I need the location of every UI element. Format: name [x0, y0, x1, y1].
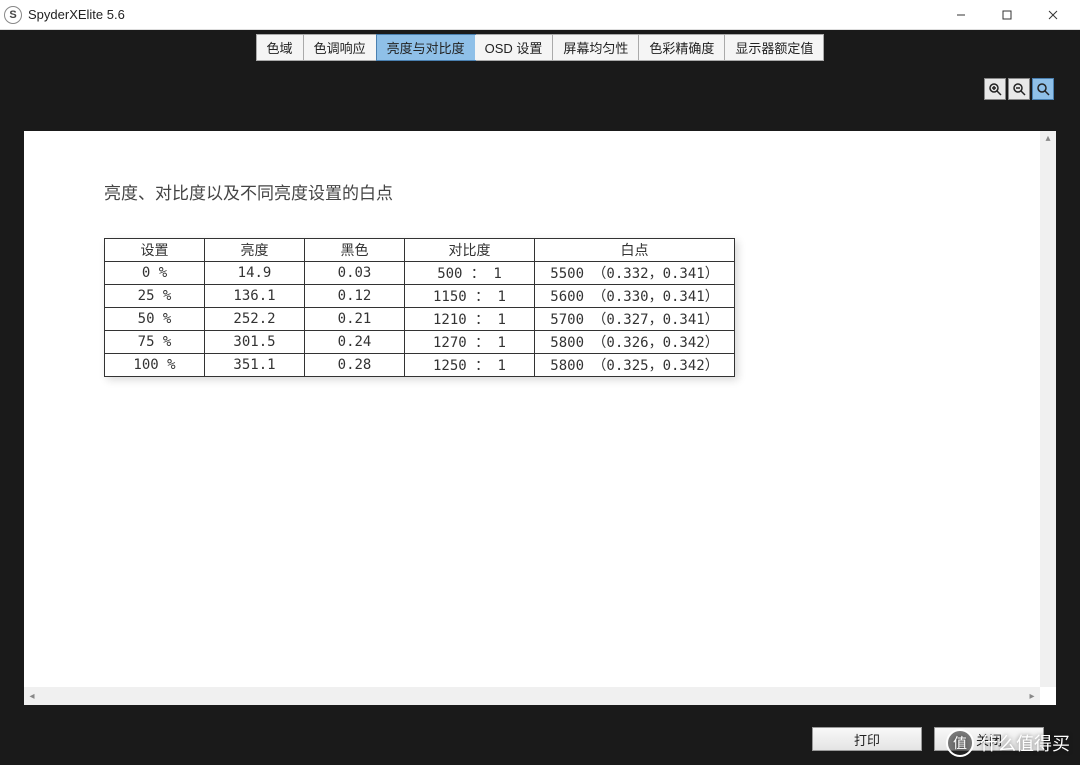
window-title: SpyderXElite 5.6 — [28, 7, 125, 22]
titlebar: S SpyderXElite 5.6 — [0, 0, 1080, 30]
app-icon: S — [4, 6, 22, 24]
table-row: 100 % 351.1 0.28 1250 ： 1 5800 （0.325，0.… — [105, 354, 735, 377]
scroll-up-icon[interactable]: ▴ — [1040, 131, 1056, 145]
zoom-in-icon[interactable] — [984, 78, 1006, 100]
minimize-button[interactable] — [938, 0, 984, 30]
cell-black: 0.24 — [305, 331, 405, 354]
col-black: 黑色 — [305, 239, 405, 262]
col-setting: 设置 — [105, 239, 205, 262]
tab-osd[interactable]: OSD 设置 — [475, 35, 554, 60]
window-controls — [938, 0, 1076, 30]
cell-brightness: 136.1 — [205, 285, 305, 308]
tab-accuracy[interactable]: 色彩精确度 — [639, 35, 725, 60]
table-row: 0 % 14.9 0.03 500 ： 1 5500 （0.332，0.341） — [105, 262, 735, 285]
col-brightness: 亮度 — [205, 239, 305, 262]
table-header-row: 设置 亮度 黑色 对比度 白点 — [105, 239, 735, 262]
tab-tone[interactable]: 色调响应 — [304, 35, 377, 60]
tab-uniformity[interactable]: 屏幕均匀性 — [553, 35, 639, 60]
print-button[interactable]: 打印 — [812, 727, 922, 751]
table-row: 50 % 252.2 0.21 1210 ： 1 5700 （0.327，0.3… — [105, 308, 735, 331]
cell-black: 0.21 — [305, 308, 405, 331]
page-title: 亮度、对比度以及不同亮度设置的白点 — [104, 179, 1056, 204]
tab-gamut[interactable]: 色域 — [257, 35, 304, 60]
cell-whitepoint: 5800 （0.325，0.342） — [535, 354, 735, 377]
cell-brightness: 14.9 — [205, 262, 305, 285]
col-contrast: 对比度 — [405, 239, 535, 262]
brightness-table: 设置 亮度 黑色 对比度 白点 0 % 14.9 0.03 500 ： 1 55… — [104, 238, 735, 377]
cell-contrast: 1270 ： 1 — [405, 331, 535, 354]
scroll-right-icon[interactable]: ▸ — [1024, 687, 1040, 705]
cell-whitepoint: 5600 （0.330，0.341） — [535, 285, 735, 308]
cell-brightness: 301.5 — [205, 331, 305, 354]
cell-setting: 50 % — [105, 308, 205, 331]
cell-black: 0.03 — [305, 262, 405, 285]
table-row: 75 % 301.5 0.24 1270 ： 1 5800 （0.326，0.3… — [105, 331, 735, 354]
cell-whitepoint: 5700 （0.327，0.341） — [535, 308, 735, 331]
close-button[interactable] — [1030, 0, 1076, 30]
cell-setting: 25 % — [105, 285, 205, 308]
cell-black: 0.12 — [305, 285, 405, 308]
cell-black: 0.28 — [305, 354, 405, 377]
watermark: 值 什么值得买 — [946, 729, 1070, 757]
scroll-left-icon[interactable]: ◂ — [24, 687, 40, 705]
vertical-scrollbar[interactable]: ▴ — [1040, 131, 1056, 687]
cell-setting: 100 % — [105, 354, 205, 377]
tab-rating[interactable]: 显示器额定值 — [725, 35, 823, 60]
tab-bar: 色域 色调响应 亮度与对比度 OSD 设置 屏幕均匀性 色彩精确度 显示器额定值 — [256, 34, 825, 61]
horizontal-scrollbar[interactable]: ◂ ▸ — [24, 687, 1040, 705]
tab-brightness[interactable]: 亮度与对比度 — [376, 34, 476, 61]
cell-setting: 75 % — [105, 331, 205, 354]
cell-contrast: 1150 ： 1 — [405, 285, 535, 308]
cell-whitepoint: 5500 （0.332，0.341） — [535, 262, 735, 285]
zoom-out-icon[interactable] — [1008, 78, 1030, 100]
cell-contrast: 1250 ： 1 — [405, 354, 535, 377]
cell-contrast: 1210 ： 1 — [405, 308, 535, 331]
cell-brightness: 252.2 — [205, 308, 305, 331]
cell-brightness: 351.1 — [205, 354, 305, 377]
watermark-icon: 值 — [946, 729, 974, 757]
cell-contrast: 500 ： 1 — [405, 262, 535, 285]
maximize-button[interactable] — [984, 0, 1030, 30]
cell-setting: 0 % — [105, 262, 205, 285]
report-viewport: 亮度、对比度以及不同亮度设置的白点 设置 亮度 黑色 对比度 白点 0 % 14… — [24, 131, 1056, 705]
col-whitepoint: 白点 — [535, 239, 735, 262]
cell-whitepoint: 5800 （0.326，0.342） — [535, 331, 735, 354]
table-row: 25 % 136.1 0.12 1150 ： 1 5600 （0.330，0.3… — [105, 285, 735, 308]
zoom-toolbar — [984, 78, 1054, 100]
zoom-fit-icon[interactable] — [1032, 78, 1054, 100]
watermark-text: 什么值得买 — [980, 730, 1070, 756]
